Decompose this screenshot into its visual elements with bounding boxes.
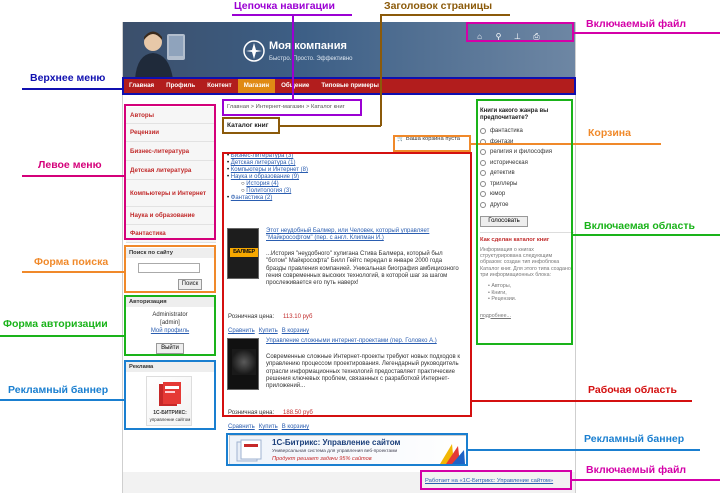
company-logo-icon[interactable] — [243, 40, 265, 62]
leader-line — [468, 449, 700, 451]
label-search-form: Форма поиска — [34, 256, 109, 268]
leader-line — [380, 16, 382, 126]
leader-line — [22, 175, 124, 177]
frame-search-form — [124, 245, 216, 293]
frame-ad-left — [124, 360, 216, 430]
leader-line — [573, 234, 720, 236]
frame-ad-bottom — [226, 433, 468, 466]
frame-page-title — [222, 117, 280, 134]
label-cart: Корзина — [588, 127, 631, 139]
leader-line — [472, 400, 692, 402]
frame-work-area — [222, 152, 472, 417]
company-name[interactable]: Моя компания — [269, 40, 347, 52]
add-to-cart-link[interactable]: В корзину — [282, 424, 309, 430]
leader-line — [292, 16, 294, 99]
frame-include-file-top — [466, 22, 574, 42]
label-page-title: Заголовок страницы — [384, 0, 493, 12]
compare-link[interactable]: Сравнить — [228, 424, 255, 430]
frame-breadcrumb — [222, 99, 362, 116]
label-breadcrumb: Цепочка навигации — [234, 0, 335, 12]
label-include-file-bottom: Включаемый файл — [586, 464, 687, 476]
leader-line — [280, 125, 381, 127]
label-include-file-top: Включаемый файл — [586, 18, 687, 30]
book-actions: Сравнить Купить В корзину — [228, 415, 313, 433]
buy-link[interactable]: Купить — [259, 424, 278, 430]
frame-auth-form — [124, 295, 216, 356]
frame-left-menu — [124, 104, 216, 240]
frame-cart — [393, 135, 471, 152]
label-ad-bottom: Рекламный баннер — [584, 433, 685, 445]
person-image — [135, 31, 185, 79]
label-include-area: Включаемая область — [584, 220, 695, 232]
leader-line — [0, 335, 124, 337]
leader-line — [22, 88, 122, 90]
label-left-menu: Левое меню — [38, 159, 102, 171]
leader-line — [380, 14, 510, 16]
label-auth-form: Форма авторизации — [3, 318, 108, 330]
leader-line — [572, 479, 720, 481]
frame-include-area — [476, 99, 573, 345]
leader-line — [574, 32, 720, 34]
company-slogan: Быстро. Просто. Эффективно — [269, 56, 353, 62]
leader-line — [232, 14, 352, 16]
label-ad-left: Рекламный баннер — [8, 384, 109, 396]
frame-include-file-bottom — [420, 470, 572, 490]
label-top-menu: Верхнее меню — [30, 72, 106, 84]
leader-line — [22, 271, 124, 273]
frame-top-menu — [122, 77, 576, 95]
label-work-area: Рабочая область — [588, 384, 677, 396]
leader-line — [0, 399, 124, 401]
